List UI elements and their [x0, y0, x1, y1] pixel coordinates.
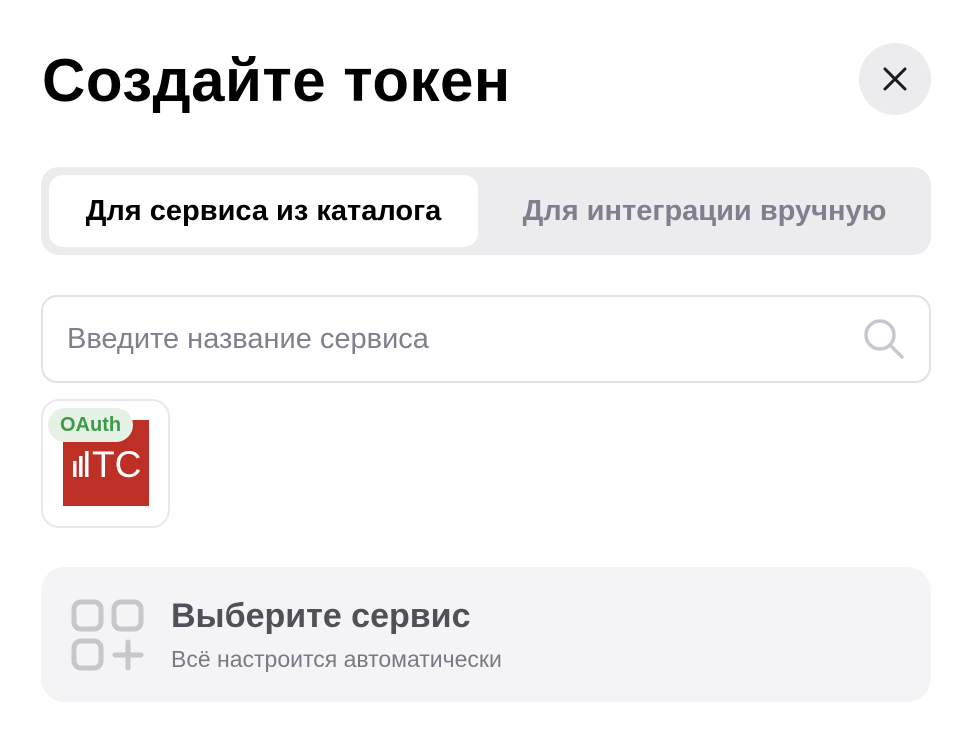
tab-label: Для сервиса из каталога [85, 194, 442, 227]
choose-service-card: Выберите сервис Всё настроится автоматич… [41, 567, 931, 702]
search-icon[interactable] [862, 317, 906, 361]
service-card[interactable]: TC OAuth [41, 399, 170, 528]
grid-add-icon [71, 599, 144, 671]
tab-switcher: Для сервиса из каталога Для интеграции в… [41, 167, 931, 255]
tab-catalog-service[interactable]: Для сервиса из каталога [49, 175, 478, 247]
search-input[interactable] [67, 297, 827, 381]
close-icon [883, 67, 907, 91]
oauth-badge: OAuth [48, 408, 134, 442]
close-button[interactable] [859, 43, 931, 115]
search-box [41, 295, 931, 383]
service-logo-text: TC [92, 444, 141, 485]
tab-label: Для интеграции вручную [522, 194, 887, 227]
info-title: Выберите сервис [171, 597, 471, 635]
info-subtitle: Всё настроится автоматически [171, 646, 502, 672]
tab-manual-integration[interactable]: Для интеграции вручную [486, 175, 923, 247]
page-title: Создайте токен [42, 47, 511, 114]
create-token-dialog: Создайте токен Для сервиса из каталога Д… [0, 0, 971, 755]
